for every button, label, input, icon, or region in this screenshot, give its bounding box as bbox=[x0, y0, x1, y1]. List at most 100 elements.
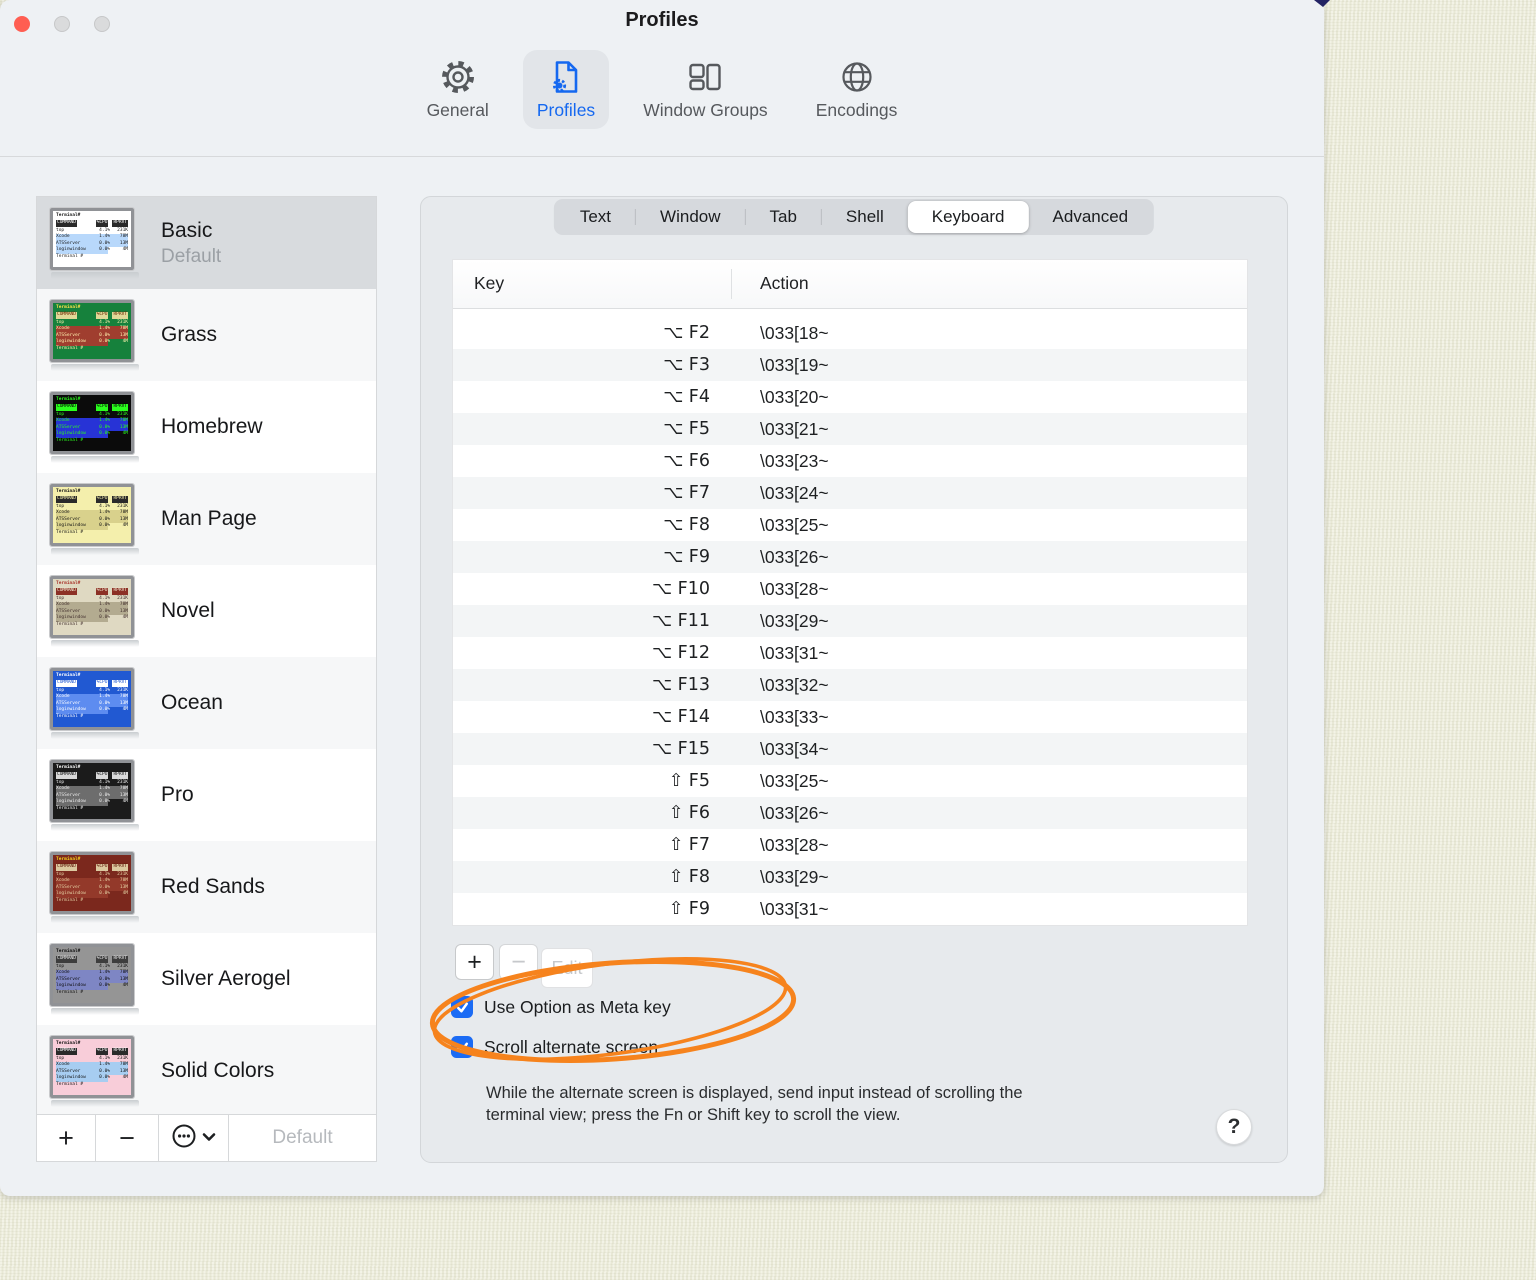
help-button[interactable]: ? bbox=[1216, 1109, 1252, 1145]
keyboard-table-row[interactable]: ⌥ F14 \033[33~ bbox=[453, 701, 1247, 733]
keyboard-table-row[interactable]: ⌥ F6 \033[23~ bbox=[453, 445, 1247, 477]
terminal-preview-icon: Terminal# COMMAND %CPU RPRVT top 4.1% 231K X… bbox=[49, 390, 135, 455]
action-cell: \033[33~ bbox=[760, 707, 829, 727]
keyboard-table-row[interactable]: ⌥ F5 \033[21~ bbox=[453, 413, 1247, 445]
tab-window[interactable]: Window bbox=[636, 201, 744, 233]
profile-name: Ocean bbox=[161, 691, 223, 714]
profile-name: Homebrew bbox=[161, 415, 263, 438]
keyboard-table-row[interactable]: ⇧ F9 \033[31~ bbox=[453, 893, 1247, 925]
terminal-preview-icon: Terminal# COMMAND %CPU RPRVT top 4.1% 231K X… bbox=[49, 482, 135, 547]
profile-name: Silver Aerogel bbox=[161, 967, 291, 990]
key-cell: ⌥ F12 bbox=[651, 643, 710, 663]
profile-row-man-page[interactable]: Terminal# COMMAND %CPU RPRVT top 4.1% 231K X… bbox=[37, 473, 376, 565]
key-cell: ⇧ F5 bbox=[668, 771, 710, 791]
profile-name: Red Sands bbox=[161, 875, 265, 898]
profile-row-basic[interactable]: Terminal# COMMAND %CPU RPRVT top 4.1% 231K X… bbox=[37, 197, 376, 289]
terminal-preview-icon: Terminal# COMMAND %CPU RPRVT top 4.1% 231K X… bbox=[49, 850, 135, 915]
keyboard-table-row[interactable]: ⌥ F13 \033[32~ bbox=[453, 669, 1247, 701]
remove-profile-button[interactable]: − bbox=[96, 1115, 159, 1161]
keyboard-table-row[interactable]: ⇧ F5 \033[25~ bbox=[453, 765, 1247, 797]
action-cell: \033[32~ bbox=[760, 675, 829, 695]
keyboard-table-row[interactable]: ⇧ F8 \033[29~ bbox=[453, 861, 1247, 893]
column-header-key: Key bbox=[474, 273, 505, 293]
key-cell: ⌥ F8 bbox=[663, 515, 710, 535]
keyboard-table-row[interactable]: ⌥ F12 \033[31~ bbox=[453, 637, 1247, 669]
table-header: Key Action bbox=[453, 260, 1247, 309]
tab-advanced[interactable]: Advanced bbox=[1029, 201, 1153, 233]
terminal-preview-icon: Terminal# COMMAND %CPU RPRVT top 4.1% 231K X… bbox=[49, 666, 135, 731]
column-header-action: Action bbox=[760, 273, 809, 293]
keyboard-table-row[interactable]: ⌥ F9 \033[26~ bbox=[453, 541, 1247, 573]
profile-row-silver-aerogel[interactable]: Terminal# COMMAND %CPU RPRVT top 4.1% 231K X… bbox=[37, 933, 376, 1025]
profile-row-homebrew[interactable]: Terminal# COMMAND %CPU RPRVT top 4.1% 231K X… bbox=[37, 381, 376, 473]
add-profile-button[interactable]: + bbox=[37, 1115, 96, 1161]
keyboard-table-row[interactable]: ⌥ F11 \033[29~ bbox=[453, 605, 1247, 637]
titlebar: Profiles General Profiles Window Groups … bbox=[0, 0, 1324, 157]
scroll-alternate-screen-checkbox-row[interactable]: Scroll alternate screen bbox=[451, 1036, 658, 1058]
key-cell: ⌥ F2 bbox=[663, 323, 710, 343]
default-button[interactable]: Default bbox=[229, 1115, 376, 1161]
action-cell: \033[28~ bbox=[760, 579, 829, 599]
sidebar-footer: + − Default bbox=[37, 1114, 376, 1161]
keyboard-shortcuts-table: Key Action ⌥ F2 \033[18~ ⌥ F3 \033[19~ ⌥… bbox=[452, 259, 1248, 926]
terminal-preview-icon: Terminal# COMMAND %CPU RPRVT top 4.1% 231K X… bbox=[49, 574, 135, 639]
toolbar-item-general[interactable]: General bbox=[413, 50, 503, 129]
profile-row-solid-colors[interactable]: Terminal# COMMAND %CPU RPRVT top 4.1% 231K X… bbox=[37, 1025, 376, 1116]
action-cell: \033[25~ bbox=[760, 771, 829, 791]
keyboard-table-row[interactable]: ⇧ F7 \033[28~ bbox=[453, 829, 1247, 861]
action-cell: \033[25~ bbox=[760, 515, 829, 535]
key-cell: ⌥ F7 bbox=[663, 483, 710, 503]
profile-name: Man Page bbox=[161, 507, 257, 530]
key-cell: ⇧ F8 bbox=[668, 867, 710, 887]
toolbar-item-window-groups[interactable]: Window Groups bbox=[629, 50, 782, 129]
tab-text[interactable]: Text bbox=[556, 201, 635, 233]
help-text: While the alternate screen is displayed,… bbox=[486, 1084, 1023, 1124]
terminal-preview-icon: Terminal# COMMAND %CPU RPRVT top 4.1% 231K X… bbox=[49, 1034, 135, 1099]
key-cell: ⌥ F11 bbox=[651, 611, 710, 631]
keyboard-table-row[interactable]: ⌥ F8 \033[25~ bbox=[453, 509, 1247, 541]
terminal-preview-icon: Terminal# COMMAND %CPU RPRVT top 4.1% 231K X… bbox=[49, 758, 135, 823]
key-cell: ⇧ F9 bbox=[668, 899, 710, 919]
profile-thumbnail: Terminal# COMMAND %CPU RPRVT top 4.1% 231K X… bbox=[49, 666, 146, 739]
keyboard-table-row[interactable]: ⌥ F7 \033[24~ bbox=[453, 477, 1247, 509]
keyboard-table-row[interactable]: ⌥ F3 \033[19~ bbox=[453, 349, 1247, 381]
keyboard-table-row[interactable]: ⌥ F10 \033[28~ bbox=[453, 573, 1247, 605]
profile-thumbnail: Terminal# COMMAND %CPU RPRVT top 4.1% 231K X… bbox=[49, 942, 146, 1015]
action-cell: \033[29~ bbox=[760, 867, 829, 887]
toolbar-item-profiles[interactable]: Profiles bbox=[522, 50, 610, 129]
remove-key-button[interactable]: − bbox=[499, 944, 538, 980]
tab-tab[interactable]: Tab bbox=[746, 201, 821, 233]
profile-row-grass[interactable]: Terminal# COMMAND %CPU RPRVT top 4.1% 231K X… bbox=[37, 289, 376, 381]
toolbar-item-label: Window Groups bbox=[643, 100, 768, 120]
keyboard-table-row[interactable]: ⌥ F2 \033[18~ bbox=[453, 317, 1247, 349]
action-cell: \033[24~ bbox=[760, 483, 829, 503]
keyboard-table-row[interactable]: ⇧ F6 \033[26~ bbox=[453, 797, 1247, 829]
use-option-as-meta-key-checkbox-row[interactable]: Use Option as Meta key bbox=[451, 996, 671, 1018]
add-key-button[interactable]: + bbox=[455, 944, 494, 980]
profile-thumbnail: Terminal# COMMAND %CPU RPRVT top 4.1% 231K X… bbox=[49, 298, 146, 371]
profile-thumbnail: Terminal# COMMAND %CPU RPRVT top 4.1% 231K X… bbox=[49, 758, 146, 831]
key-cell: ⌥ F5 bbox=[663, 419, 710, 439]
toolbar-item-label: Encodings bbox=[815, 100, 898, 120]
profile-row-novel[interactable]: Terminal# COMMAND %CPU RPRVT top 4.1% 231K X… bbox=[37, 565, 376, 657]
tab-shell[interactable]: Shell bbox=[822, 201, 908, 233]
toolbar-item-encodings[interactable]: Encodings bbox=[802, 50, 912, 129]
keyboard-table-row[interactable]: ⌥ F4 \033[20~ bbox=[453, 381, 1247, 413]
edit-key-button[interactable]: Edit bbox=[541, 948, 593, 988]
profile-row-pro[interactable]: Terminal# COMMAND %CPU RPRVT top 4.1% 231K X… bbox=[37, 749, 376, 841]
keyboard-table-row[interactable]: ⌥ F15 \033[34~ bbox=[453, 733, 1247, 765]
action-cell: \033[21~ bbox=[760, 419, 829, 439]
key-cell: ⌥ F6 bbox=[663, 451, 710, 471]
profile-thumbnail: Terminal# COMMAND %CPU RPRVT top 4.1% 231K X… bbox=[49, 574, 146, 647]
profile-row-red-sands[interactable]: Terminal# COMMAND %CPU RPRVT top 4.1% 231K X… bbox=[37, 841, 376, 933]
checkbox-checked-icon[interactable] bbox=[451, 1036, 473, 1058]
key-cell: ⌥ F13 bbox=[651, 675, 710, 695]
tab-keyboard[interactable]: Keyboard bbox=[907, 201, 1029, 233]
profile-thumbnail: Terminal# COMMAND %CPU RPRVT top 4.1% 231K X… bbox=[49, 850, 146, 923]
profile-actions-menu-button[interactable] bbox=[159, 1115, 229, 1161]
checkbox-checked-icon[interactable] bbox=[451, 996, 473, 1018]
action-cell: \033[23~ bbox=[760, 451, 829, 471]
action-cell: \033[31~ bbox=[760, 643, 829, 663]
action-cell: \033[20~ bbox=[760, 387, 829, 407]
profile-row-ocean[interactable]: Terminal# COMMAND %CPU RPRVT top 4.1% 231K X… bbox=[37, 657, 376, 749]
